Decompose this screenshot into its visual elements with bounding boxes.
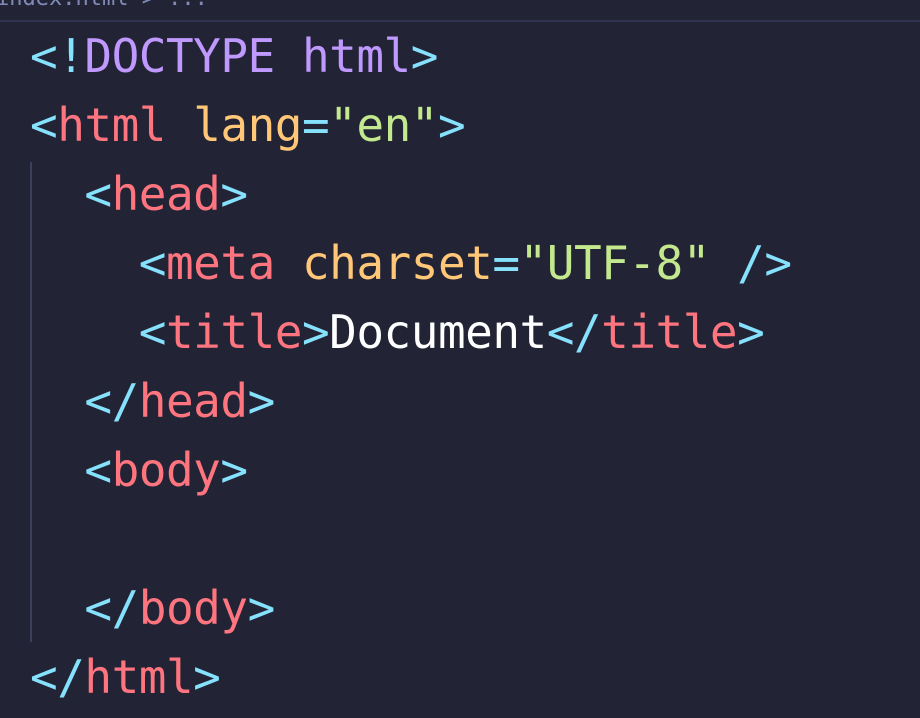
punct-close: > (301, 305, 330, 359)
code-line-10[interactable]: </html> (30, 643, 221, 712)
tag-name: head (111, 167, 221, 221)
tag-name: meta (165, 236, 275, 290)
doctype-keyword: DOCTYPE (84, 29, 275, 83)
punct-close: > (220, 443, 248, 497)
punct-close: > (737, 305, 765, 359)
tag-name: title (165, 305, 302, 359)
tag-name: html (84, 650, 194, 704)
code-line-1[interactable]: <!DOCTYPE html> (30, 22, 438, 91)
code-line-7[interactable]: <body> (30, 436, 248, 505)
punct-equals: = (492, 236, 520, 290)
punct-close: > (247, 581, 276, 635)
string-quote: " (682, 236, 711, 290)
punct-open: <! (30, 29, 85, 83)
code-line-3[interactable]: <head> (30, 160, 248, 229)
code-editor[interactable]: index.html > ... <!DOCTYPE html> <html l… (0, 0, 920, 718)
tag-name: body (138, 581, 248, 635)
code-line-2[interactable]: <html lang="en"> (30, 91, 466, 160)
punct-open-closing: </ (546, 305, 602, 359)
punct-open: < (138, 305, 167, 359)
punct-close: > (220, 167, 248, 221)
code-line-5[interactable]: <title>Document</title> (30, 298, 765, 367)
string-quote: " (329, 98, 357, 152)
attribute-value: UTF-8 (546, 236, 683, 290)
punct-close: > (410, 29, 439, 83)
text-content: Document (329, 305, 547, 359)
code-line-9[interactable]: </body> (30, 574, 275, 643)
string-quote: " (519, 236, 548, 290)
punct-open: < (30, 98, 58, 152)
punct-open: < (84, 167, 112, 221)
attribute-value: en (356, 98, 411, 152)
punct-close: > (437, 98, 466, 152)
punct-open: < (138, 236, 167, 290)
punct-close: > (247, 374, 276, 428)
code-line-4[interactable]: <meta charset="UTF-8" /> (30, 229, 792, 298)
punct-selfclose: /> (709, 236, 792, 290)
punct-open-closing: </ (30, 650, 85, 704)
string-quote: " (410, 98, 439, 152)
punct-open: < (84, 443, 112, 497)
tag-name: body (111, 443, 221, 497)
tag-name: head (138, 374, 248, 428)
punct-close: > (193, 650, 221, 704)
punct-open-closing: </ (84, 581, 139, 635)
attribute-name: lang (193, 98, 302, 152)
punct-open-closing: </ (84, 374, 139, 428)
tag-name: html (57, 98, 166, 152)
doctype-html: html (301, 29, 411, 83)
breadcrumb[interactable]: index.html > ... (0, 0, 920, 22)
tag-name: title (601, 305, 738, 359)
code-line-6[interactable]: </head> (30, 367, 275, 436)
attribute-name: charset (301, 236, 493, 290)
breadcrumb-path[interactable]: index.html > ... (0, 0, 208, 11)
punct-equals: = (301, 98, 330, 152)
